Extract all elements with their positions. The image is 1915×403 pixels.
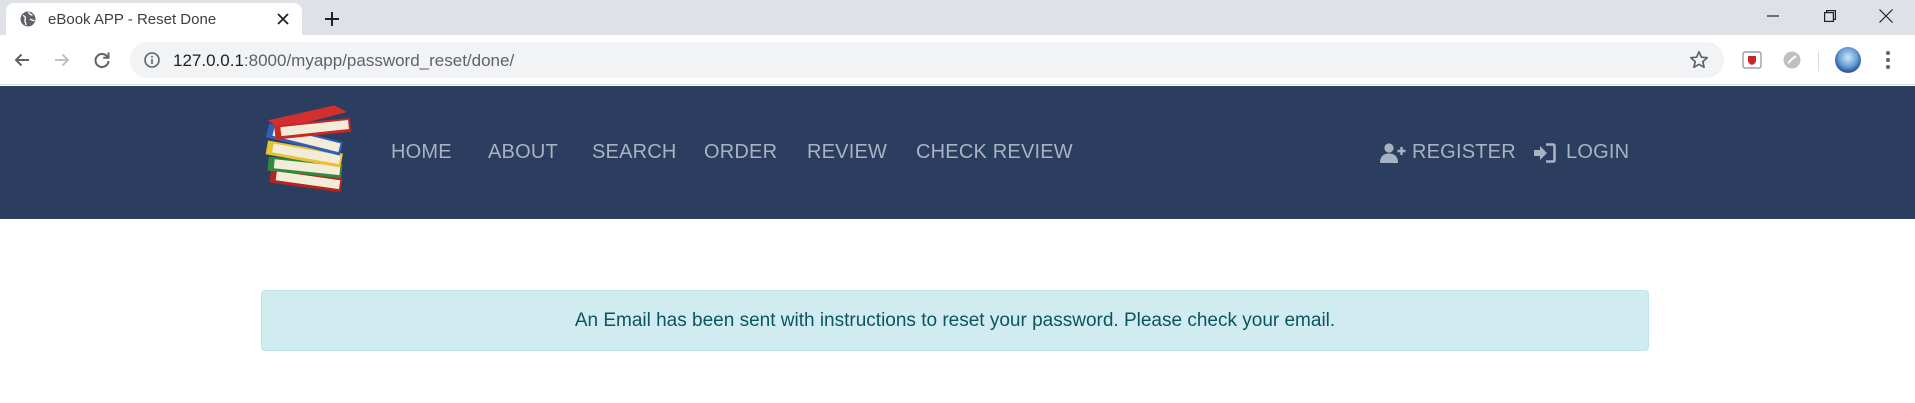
extension-shield-icon[interactable] — [1742, 50, 1762, 70]
nav-home[interactable]: HOME — [391, 141, 452, 164]
arrow-right-icon[interactable] — [50, 48, 74, 72]
url-host: 127.0.0.1 — [173, 51, 244, 70]
login-link[interactable]: LOGIN — [1534, 141, 1629, 164]
nav-review[interactable]: REVIEW — [807, 141, 887, 164]
nav-check-review[interactable]: CHECK REVIEW — [916, 141, 1073, 164]
window-close-icon[interactable] — [1857, 0, 1915, 32]
nav-order[interactable]: ORDER — [704, 141, 777, 164]
extension-gauge-icon[interactable] — [1782, 50, 1802, 70]
star-icon[interactable] — [1689, 50, 1709, 70]
url-text: 127.0.0.1:8000/myapp/password_reset/done… — [173, 51, 514, 71]
register-link[interactable]: REGISTER — [1380, 141, 1516, 164]
browser-toolbar: 127.0.0.1:8000/myapp/password_reset/done… — [0, 35, 1915, 85]
arrow-left-icon[interactable] — [10, 48, 34, 72]
nav-search[interactable]: SEARCH — [592, 141, 677, 164]
address-bar[interactable]: 127.0.0.1:8000/myapp/password_reset/done… — [130, 42, 1724, 78]
globe-icon — [20, 11, 36, 27]
register-label: REGISTER — [1412, 141, 1516, 163]
tab-title: eBook APP - Reset Done — [48, 10, 217, 28]
login-label: LOGIN — [1566, 141, 1630, 163]
user-plus-icon — [1380, 142, 1406, 164]
close-icon[interactable] — [274, 10, 292, 28]
info-icon[interactable] — [144, 52, 160, 68]
browser-tab[interactable]: eBook APP - Reset Done — [6, 3, 302, 35]
url-path: :8000/myapp/password_reset/done/ — [243, 51, 515, 70]
minimize-icon[interactable] — [1744, 0, 1802, 32]
books-stack-icon[interactable] — [262, 102, 358, 198]
plus-icon[interactable] — [320, 7, 344, 31]
reload-icon[interactable] — [90, 48, 114, 72]
sign-in-icon — [1534, 142, 1560, 164]
info-alert: An Email has been sent with instructions… — [261, 290, 1649, 351]
profile-avatar[interactable] — [1835, 47, 1861, 73]
alert-message: An Email has been sent with instructions… — [574, 309, 1336, 331]
restore-icon[interactable] — [1801, 0, 1859, 32]
site-navbar: HOME ABOUT SEARCH ORDER REVIEW CHECK REV… — [0, 86, 1915, 219]
nav-about[interactable]: ABOUT — [488, 141, 558, 164]
toolbar-divider — [1818, 51, 1819, 71]
more-vert-icon[interactable] — [1878, 48, 1898, 72]
browser-tab-strip: eBook APP - Reset Done — [0, 0, 1915, 35]
